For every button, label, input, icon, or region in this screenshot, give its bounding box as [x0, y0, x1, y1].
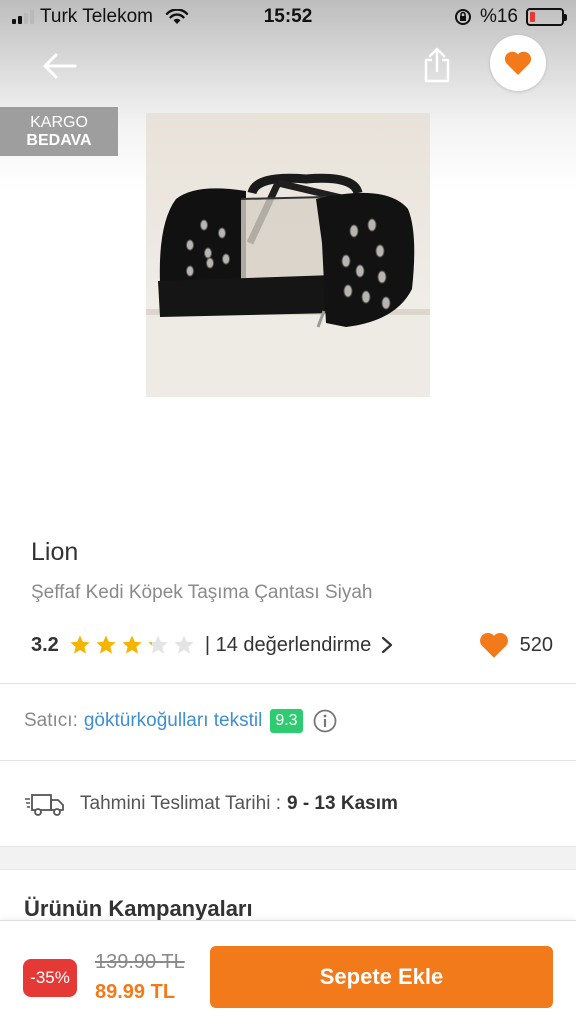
old-price: 139.90 TL: [95, 951, 185, 973]
badge-line-2: BEDAVA: [26, 131, 92, 149]
status-right: %16: [454, 6, 567, 28]
favorites-count: 520: [478, 631, 553, 659]
share-icon: [424, 47, 450, 83]
pet-carrier-bag-image: [146, 173, 430, 397]
new-price: 89.99 TL: [95, 981, 176, 1003]
heart-icon: [504, 51, 532, 75]
info-icon[interactable]: [313, 709, 337, 733]
product-name: Şeffaf Kedi Köpek Taşıma Çantası Siyah: [31, 582, 373, 603]
delivery-label: Tahmini Teslimat Tarihi :: [80, 793, 281, 814]
delivery-date: 9 - 13 Kasım: [286, 793, 398, 814]
favorites-count-value: 520: [519, 633, 553, 656]
status-bar: Turk Telekom 15:52 %16: [0, 0, 576, 34]
star-icon: [174, 635, 194, 654]
product-brand[interactable]: Lion: [31, 538, 78, 567]
add-to-cart-button[interactable]: Sepete Ekle: [210, 946, 553, 1008]
heart-icon: [479, 632, 508, 658]
rotation-lock-icon: [454, 9, 471, 25]
free-shipping-badge: KARGO BEDAVA: [0, 107, 118, 156]
product-image[interactable]: [146, 113, 430, 397]
battery-level: [530, 12, 535, 22]
badge-line-1: KARGO: [30, 114, 88, 131]
seller-score-badge: 9.3: [270, 709, 303, 733]
back-button[interactable]: [38, 48, 80, 84]
star-icon: [96, 635, 116, 654]
battery-percent: %16: [479, 6, 518, 27]
section-separator: [0, 846, 576, 870]
divider: [0, 760, 576, 761]
campaigns-title: Ürünün Kampanyaları: [24, 896, 253, 921]
divider: [0, 683, 576, 684]
seller-label: Satıcı:: [24, 710, 78, 731]
rating-stars: [69, 634, 195, 656]
reviews-count-text: | 14 değerlendirme: [204, 633, 372, 656]
chevron-right-icon: [382, 636, 393, 654]
status-left: Turk Telekom: [12, 6, 189, 28]
star-icon: [122, 635, 142, 654]
share-button[interactable]: [418, 44, 456, 86]
star-icon: [148, 635, 168, 654]
discount-badge: -35%: [23, 959, 77, 997]
seller-name-link[interactable]: göktürkoğulları tekstil: [84, 710, 262, 732]
signal-icon: [12, 10, 34, 24]
carrier-name: Turk Telekom: [40, 6, 153, 27]
truck-icon: [25, 794, 64, 816]
arrow-left-icon: [43, 53, 77, 79]
star-icon: [70, 635, 90, 654]
battery-icon: [526, 8, 567, 26]
rating-value: 3.2: [31, 633, 59, 656]
wifi-icon: [165, 9, 189, 24]
reviews-link[interactable]: | 14 değerlendirme: [205, 634, 393, 657]
bottom-bar: -35% 139.90 TL 89.99 TL Sepete Ekle: [0, 920, 576, 1024]
rating-row: 3.2 | 14 değerlendirme 520: [31, 630, 553, 660]
seller-row: Satıcı: göktürkoğulları tekstil 9.3: [24, 706, 337, 736]
favorite-button[interactable]: [490, 35, 546, 91]
delivery-row: Tahmini Teslimat Tarihi : 9 - 13 Kasım: [24, 788, 398, 820]
